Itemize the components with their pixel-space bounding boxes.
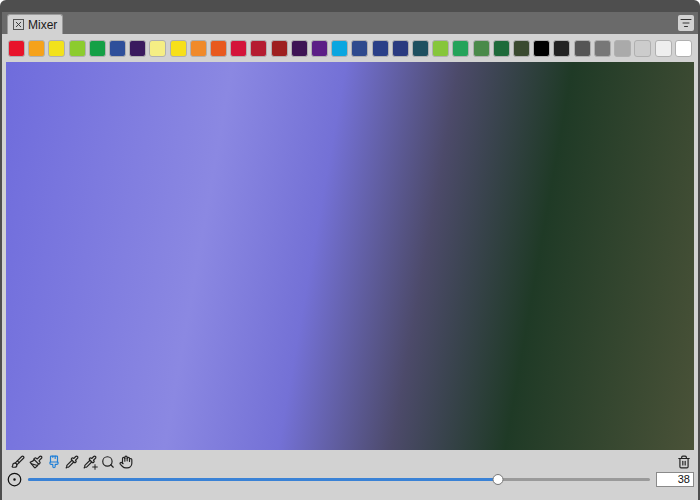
plus-icon <box>91 463 99 471</box>
color-swatch[interactable] <box>89 40 106 57</box>
color-swatch[interactable] <box>634 40 651 57</box>
color-swatch[interactable] <box>149 40 166 57</box>
color-swatch[interactable] <box>331 40 348 57</box>
slider-fill <box>28 478 498 481</box>
paintbrush-icon <box>29 455 43 469</box>
hand-tool-button[interactable] <box>117 453 134 470</box>
blend-tool-button[interactable] <box>45 453 62 470</box>
brush-size-row: 38 <box>6 470 694 487</box>
color-swatch[interactable] <box>311 40 328 57</box>
tab-bar: Mixer <box>2 12 698 34</box>
color-swatch[interactable] <box>675 40 692 57</box>
paintbrush-tool-button[interactable] <box>27 453 44 470</box>
color-swatch[interactable] <box>655 40 672 57</box>
tool-row <box>6 450 694 470</box>
color-swatch[interactable] <box>129 40 146 57</box>
zoom-icon <box>101 455 115 469</box>
mixing-canvas[interactable] <box>6 62 694 450</box>
blend-icon <box>47 455 61 469</box>
color-swatch[interactable] <box>432 40 449 57</box>
color-swatch[interactable] <box>250 40 267 57</box>
color-swatch[interactable] <box>190 40 207 57</box>
clear-button[interactable] <box>675 453 692 470</box>
tab-label: Mixer <box>28 19 57 31</box>
color-swatch[interactable] <box>69 40 86 57</box>
close-icon <box>14 20 23 29</box>
color-swatch[interactable] <box>372 40 389 57</box>
pipette-plus-tool-button[interactable] <box>81 453 98 470</box>
brush-size-field[interactable]: 38 <box>656 472 694 487</box>
color-swatch[interactable] <box>614 40 631 57</box>
color-swatch[interactable] <box>170 40 187 57</box>
zoom-tool-button[interactable] <box>99 453 116 470</box>
color-swatch[interactable] <box>28 40 45 57</box>
color-swatch[interactable] <box>493 40 510 57</box>
pipette-tool-button[interactable] <box>63 453 80 470</box>
color-swatch[interactable] <box>351 40 368 57</box>
pipette-plus-icon <box>83 455 97 469</box>
color-swatch[interactable] <box>452 40 469 57</box>
hand-icon <box>119 455 133 469</box>
panel-body: 38 <box>2 34 698 500</box>
panel-menu-button[interactable] <box>678 15 694 31</box>
trash-icon <box>677 455 691 469</box>
brush-tool-button[interactable] <box>9 453 26 470</box>
color-swatch[interactable] <box>533 40 550 57</box>
menu-icon <box>680 17 692 29</box>
color-swatch[interactable] <box>473 40 490 57</box>
brush-icon <box>11 455 25 469</box>
color-swatch[interactable] <box>230 40 247 57</box>
color-swatch[interactable] <box>291 40 308 57</box>
color-swatch[interactable] <box>412 40 429 57</box>
color-swatch[interactable] <box>553 40 570 57</box>
color-swatch[interactable] <box>574 40 591 57</box>
color-swatch[interactable] <box>48 40 65 57</box>
close-tab-button[interactable] <box>13 19 24 30</box>
color-swatch[interactable] <box>8 40 25 57</box>
color-swatch[interactable] <box>109 40 126 57</box>
brush-size-icon <box>7 472 22 487</box>
color-swatch[interactable] <box>210 40 227 57</box>
mixer-window: Mixer 38 <box>0 0 700 500</box>
swatch-row <box>6 34 694 62</box>
pipette-icon <box>65 455 79 469</box>
color-swatch[interactable] <box>513 40 530 57</box>
tab[interactable]: Mixer <box>7 14 63 34</box>
color-swatch[interactable] <box>392 40 409 57</box>
slider-thumb[interactable] <box>492 474 503 485</box>
color-swatch[interactable] <box>271 40 288 57</box>
color-swatch[interactable] <box>594 40 611 57</box>
brush-size-slider[interactable] <box>28 473 650 487</box>
